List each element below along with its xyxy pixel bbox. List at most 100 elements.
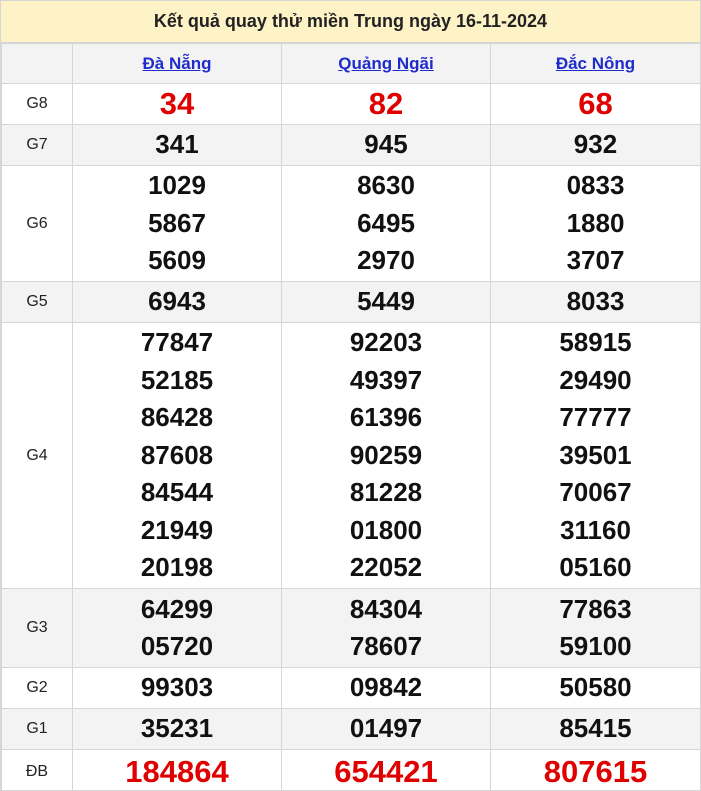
prize-number: 2970 [357,245,415,276]
prize-number: 8630 [357,170,415,201]
prize-number: 1029 [148,170,206,201]
prize-number: 0833 [566,170,625,201]
prize-number: 01497 [349,713,423,744]
prize-number: 77847 [140,327,214,358]
prize-number: 64299 [140,593,214,624]
prize-number: 3707 [566,245,625,276]
prize-number: 86428 [140,402,214,433]
prize-cell: 50580 [490,667,701,709]
prize-number: 654421 [334,753,438,789]
prize-number: 52185 [140,364,214,395]
prize-number: 807615 [543,753,648,789]
prize-number: 70067 [559,477,632,508]
header-row: Đà Nẵng Quảng Ngãi Đắc Nông [1,43,701,84]
prize-cell: 8033 [490,281,701,323]
prize-cell: 35231 [72,708,282,750]
prize-number: 8033 [566,286,625,317]
prize-number: 932 [573,129,618,160]
prize-cell: 85415 [490,708,701,750]
prize-number: 99303 [140,672,214,703]
prize-cell: 341 [72,124,282,166]
prize-number: 77777 [559,402,632,433]
prize-number: 58915 [559,327,632,358]
prize-row-g7: G7 341 945 932 [1,124,701,166]
prize-number: 92203 [349,327,423,358]
prize-cell: 82 [281,83,491,125]
prize-number: 50580 [559,672,632,703]
province-link-da-nang[interactable]: Đà Nẵng [143,54,212,73]
prize-cell: 99303 [72,667,282,709]
page-title: Kết quả quay thử miền Trung ngày 16-11-2… [1,1,700,43]
prize-cell: 807615 [490,749,701,791]
prize-label: G2 [1,667,73,709]
prize-label: G3 [1,588,73,668]
prize-number: 20198 [140,552,214,583]
prize-number: 05160 [559,552,632,583]
prize-label: G8 [1,83,73,125]
prize-label: ĐB [1,749,73,791]
prize-label: G5 [1,281,73,323]
prize-cell: 77863 59100 [490,588,701,668]
prize-number: 84304 [349,593,423,624]
prize-cell: 77847 52185 86428 87608 84544 21949 20198 [72,322,282,589]
prize-number: 01800 [349,514,423,545]
province-header: Đắc Nông [490,43,701,84]
prize-row-g2: G2 99303 09842 50580 [1,667,701,709]
prize-cell: 6943 [72,281,282,323]
prize-number: 90259 [349,439,423,470]
province-header: Quảng Ngãi [281,43,491,84]
prize-number: 6943 [148,286,206,317]
prize-number: 61396 [349,402,423,433]
prize-number: 68 [578,86,613,122]
prize-cell: 0833 1880 3707 [490,165,701,282]
prize-number: 34 [159,86,195,122]
prize-row-db: ĐB 184864 654421 807615 [1,749,701,791]
prize-number: 184864 [125,753,229,789]
prize-label: G7 [1,124,73,166]
prize-cell: 34 [72,83,282,125]
prize-row-g3: G3 64299 05720 84304 78607 77863 59100 [1,588,701,668]
province-header: Đà Nẵng [72,43,282,84]
prize-number: 87608 [140,439,214,470]
province-link-dac-nong[interactable]: Đắc Nông [556,54,635,73]
prize-number: 1880 [566,207,625,238]
results-panel: Kết quả quay thử miền Trung ngày 16-11-2… [0,0,701,791]
prize-cell: 945 [281,124,491,166]
prize-cell: 92203 49397 61396 90259 81228 01800 22052 [281,322,491,589]
prize-number: 22052 [349,552,423,583]
prize-label: G6 [1,165,73,282]
prize-number: 59100 [559,631,632,661]
prize-number: 39501 [559,439,632,470]
prize-number: 82 [368,86,404,122]
prize-row-g6: G6 1029 5867 5609 8630 6495 2970 0833 1880 3707 [1,165,701,282]
prize-number: 341 [155,129,199,160]
prize-row-g5: G5 6943 5449 8033 [1,281,701,323]
prize-cell: 654421 [281,749,491,791]
prize-number: 81228 [349,477,423,508]
prize-number: 84544 [140,477,214,508]
prize-row-g8: G8 34 82 68 [1,83,701,125]
prize-number: 5609 [148,245,206,276]
prize-number: 35231 [140,713,214,744]
prize-number: 77863 [559,593,632,624]
prize-number: 31160 [560,514,631,545]
prize-cell: 09842 [281,667,491,709]
prize-number: 29490 [559,364,632,395]
prize-number: 945 [364,129,408,160]
prize-number: 05720 [140,631,214,661]
prize-label: G1 [1,708,73,750]
prize-cell: 184864 [72,749,282,791]
province-link-quang-ngai[interactable]: Quảng Ngãi [338,54,433,73]
prize-number: 85415 [559,713,632,744]
prize-number: 49397 [349,364,423,395]
header-corner [1,43,73,84]
results-table: Đà Nẵng Quảng Ngãi Đắc Nông G8 34 82 68 G7 34… [1,43,701,791]
prize-number: 5867 [148,207,206,238]
prize-cell: 64299 05720 [72,588,282,668]
prize-label: G4 [1,322,73,589]
prize-number: 21949 [140,514,214,545]
prize-number: 5449 [357,286,415,317]
prize-cell: 68 [490,83,701,125]
prize-cell: 8630 6495 2970 [281,165,491,282]
prize-cell: 84304 78607 [281,588,491,668]
